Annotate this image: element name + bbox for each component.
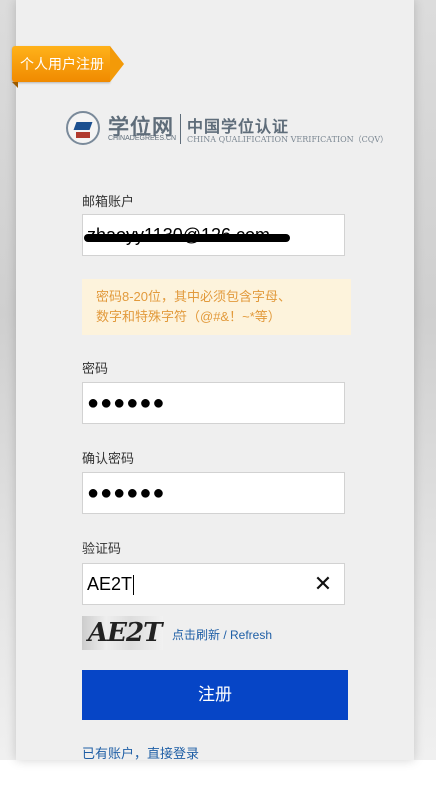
captcha-input-value: AE2T <box>87 574 133 594</box>
bottom-strip <box>0 760 436 787</box>
password-hint-line2: 数字和特殊字符（@#&！~*等） <box>96 309 281 324</box>
logo-cqv-en: CHINA QUALIFICATION VERIFICATION（CQV） <box>187 135 389 144</box>
refresh-captcha-link[interactable]: 点击刷新 / Refresh <box>172 626 272 643</box>
logo-divider <box>180 114 181 144</box>
captcha-image[interactable]: AE2T <box>82 616 163 650</box>
confirm-password-field[interactable]: ●●●●●● <box>82 472 345 514</box>
close-icon[interactable]: ✕ <box>313 573 333 595</box>
captcha-label: 验证码 <box>82 541 122 556</box>
password-label: 密码 <box>82 361 109 376</box>
logo-en-text: CHINADEGREES.CN <box>108 135 177 142</box>
emblem-icon <box>66 111 100 145</box>
text-cursor <box>133 575 135 596</box>
register-button[interactable]: 注册 <box>82 670 348 720</box>
email-label: 邮箱账户 <box>82 194 135 209</box>
site-logo: 学位网 CHINADEGREES.CN 中国学位认证 CHINA QUALIFI… <box>66 111 389 147</box>
page-title-ribbon: 个人用户注册 <box>12 46 124 82</box>
password-hint-line1: 密码8-20位，其中必须包含字母、 <box>96 289 292 304</box>
password-hint: 密码8-20位，其中必须包含字母、 数字和特殊字符（@#&！~*等） <box>82 279 351 335</box>
captcha-input[interactable]: AE2T <box>82 563 345 605</box>
redaction-mark <box>84 234 290 242</box>
ribbon-tail <box>12 82 18 88</box>
login-link[interactable]: 已有账户，直接登录 <box>82 743 199 762</box>
password-field[interactable]: ●●●●●● <box>82 382 345 424</box>
confirm-password-label: 确认密码 <box>82 451 135 466</box>
